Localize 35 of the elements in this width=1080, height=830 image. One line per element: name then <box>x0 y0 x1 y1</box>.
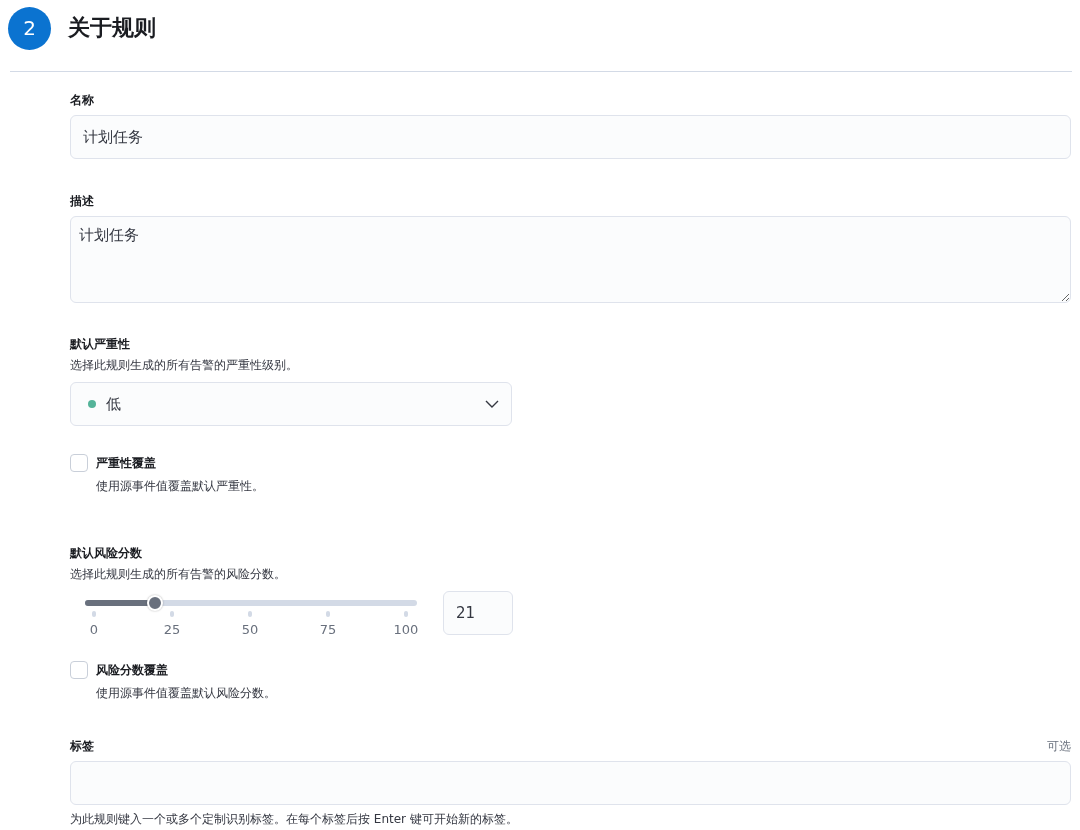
checkbox[interactable] <box>70 661 88 679</box>
section-title: 关于规则 <box>68 14 156 42</box>
tick-mark <box>170 611 174 617</box>
description-field[interactable]: 计划任务 <box>70 216 1071 303</box>
checkbox-label: 严重性覆盖 <box>96 454 157 472</box>
help-text: 选择此规则生成的所有告警的风险分数。 <box>70 566 287 583</box>
field-label: 默认风险分数 <box>70 545 142 562</box>
tick-label: 0 <box>89 622 99 637</box>
tick-mark <box>92 611 96 617</box>
step-number: 2 <box>8 6 51 50</box>
tick-label: 50 <box>241 622 259 637</box>
help-text: 使用源事件值覆盖默认风险分数。 <box>96 685 277 702</box>
tick-label: 25 <box>163 622 181 637</box>
help-text: 为此规则键入一个或多个定制识别标签。在每个标签后按 Enter 键可开始新的标签。 <box>70 811 519 828</box>
optional-label: 可选 <box>1047 738 1071 755</box>
select-value: 低 <box>106 394 122 414</box>
tick-mark <box>404 611 408 617</box>
severity-select[interactable]: 低 <box>70 382 512 426</box>
tags-field[interactable] <box>70 761 1071 805</box>
tick-mark <box>326 611 330 617</box>
help-text: 选择此规则生成的所有告警的严重性级别。 <box>70 357 299 374</box>
risk-score-field[interactable]: 21 <box>443 591 513 635</box>
tick-label: 100 <box>393 622 419 637</box>
tick-mark <box>248 611 252 617</box>
field-label: 标签 <box>70 738 94 755</box>
slider-thumb[interactable] <box>146 595 163 611</box>
checkbox-label: 风险分数覆盖 <box>96 661 169 679</box>
tick-label: 75 <box>319 622 337 637</box>
field-label: 名称 <box>70 92 94 109</box>
field-label: 默认严重性 <box>70 336 130 353</box>
chevron-down-icon <box>485 400 499 408</box>
field-label: 描述 <box>70 193 94 210</box>
name-field[interactable]: 计划任务 <box>70 115 1071 159</box>
help-text: 使用源事件值覆盖默认严重性。 <box>96 478 265 495</box>
checkbox[interactable] <box>70 454 88 472</box>
